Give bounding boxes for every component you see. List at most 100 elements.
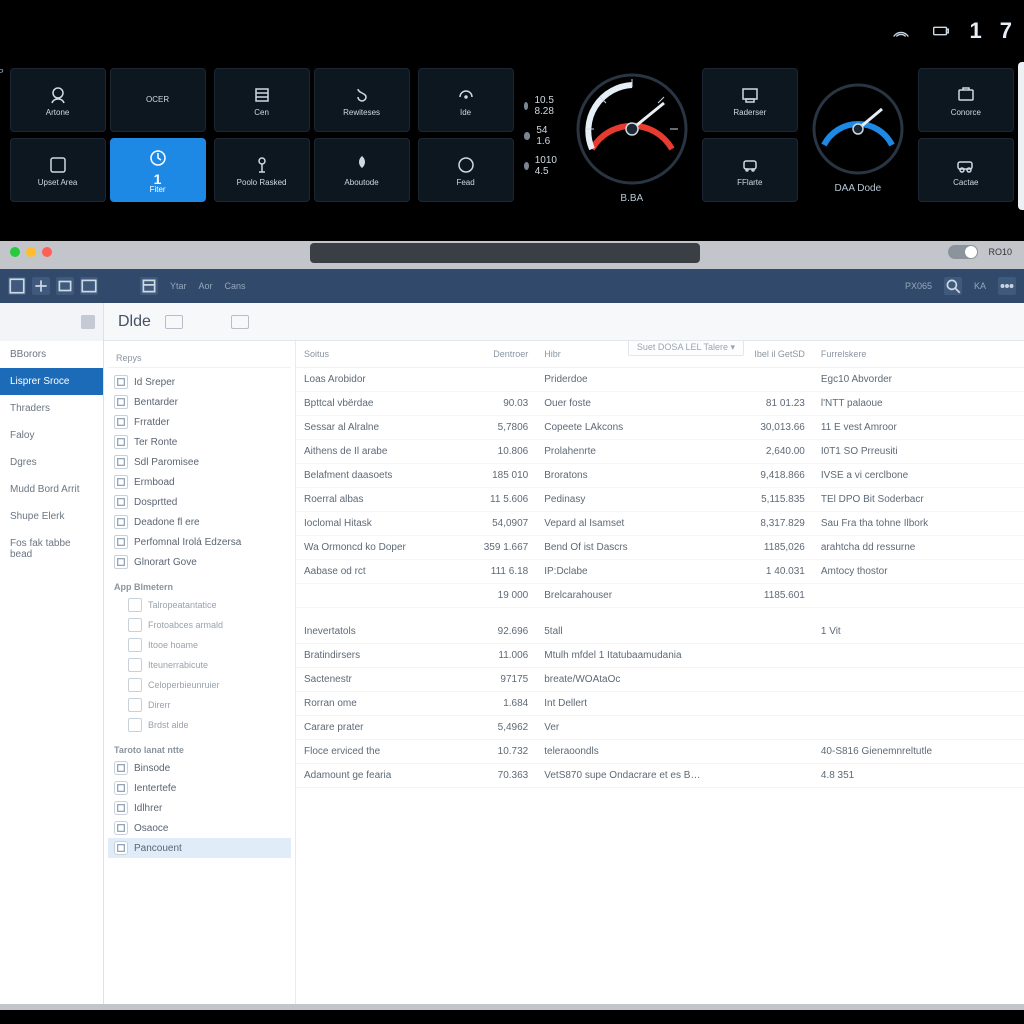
- tile-cactae[interactable]: Cactae: [918, 138, 1014, 202]
- table-row[interactable]: Ioclomal Hitask54,0907Vepard al Isamset8…: [296, 512, 1024, 536]
- sidebar-item-2[interactable]: Thraders: [0, 395, 103, 422]
- table-row[interactable]: Inevertatols92.6965tall1 Vit: [296, 620, 1024, 644]
- tree-item[interactable]: Frotoabces armald: [108, 615, 291, 635]
- tree-item[interactable]: Id Sreper: [108, 372, 291, 392]
- table-pane: Suet DOSA LEL Talere ▾ SoitusDentroerHib…: [296, 341, 1024, 1004]
- status-digit-1: 1: [970, 18, 982, 44]
- col-header[interactable]: Dentroer: [456, 341, 536, 368]
- search-icon[interactable]: [944, 277, 962, 295]
- table-row[interactable]: Carare prater5,4962Ver: [296, 716, 1024, 740]
- table-row[interactable]: Aithens de Il arabe10.806Prolahenrte2,64…: [296, 440, 1024, 464]
- tab-2[interactable]: Aor: [199, 281, 213, 291]
- col-header[interactable]: Soitus: [296, 341, 456, 368]
- speedometer: B.BA: [566, 62, 698, 210]
- tile-raderser[interactable]: Raderser: [702, 68, 798, 132]
- toolbar-btn-3[interactable]: [56, 277, 74, 295]
- tile-ide[interactable]: Ide: [418, 68, 514, 132]
- tab-3[interactable]: Cans: [225, 281, 246, 291]
- tile-fiter[interactable]: 1Fiter: [110, 138, 206, 202]
- tile-conorce[interactable]: Conorce: [918, 68, 1014, 132]
- table-row[interactable]: Belafment daasoets185 010Broratons9,418.…: [296, 464, 1024, 488]
- tile-artone[interactable]: Artone: [10, 68, 106, 132]
- table-row[interactable]: Sactenestr97175breate/WOAtaOc: [296, 668, 1024, 692]
- hud-tiles-3: Ide Fead: [414, 62, 518, 210]
- tree-item[interactable]: Ter Ronte: [108, 432, 291, 452]
- tree-item[interactable]: Idlhrer: [108, 798, 291, 818]
- menu-icon[interactable]: [998, 277, 1016, 295]
- tree-item[interactable]: Dosprtted: [108, 492, 291, 512]
- sidebar-collapse-icon[interactable]: [81, 315, 95, 329]
- tree-item[interactable]: Bentarder: [108, 392, 291, 412]
- sidebar-item-4[interactable]: Dgres: [0, 449, 103, 476]
- tile-poolo[interactable]: Poolo Rasked: [214, 138, 310, 202]
- tree-item[interactable]: Glnorart Gove: [108, 552, 291, 572]
- sidebar-item-6[interactable]: Shupe Elerk: [0, 503, 103, 530]
- tree-item[interactable]: Itooe hoame: [108, 635, 291, 655]
- hud-tiles-4: Raderser FFlarte: [698, 62, 802, 210]
- hud-tiles-1: Artone OCER Upset Area 1Fiter: [6, 62, 210, 210]
- tile-fflarte[interactable]: FFlarte: [702, 138, 798, 202]
- table-row[interactable]: 19 000Brelcarahouser1185.601: [296, 584, 1024, 608]
- address-bar[interactable]: [310, 243, 700, 263]
- table-row[interactable]: Loas ArobidorPriderdoeEgc10 Abvorder: [296, 368, 1024, 392]
- sidebar-item-5[interactable]: Mudd Bord Arrit: [0, 476, 103, 503]
- sidebar-item-3[interactable]: Faloy: [0, 422, 103, 449]
- tree-item[interactable]: Iteunerrabicute: [108, 655, 291, 675]
- tab-1[interactable]: Ytar: [170, 281, 187, 291]
- toolbar-btn-2[interactable]: [32, 277, 50, 295]
- tree-item[interactable]: Celoperbieunruier: [108, 675, 291, 695]
- sidebar-item-7[interactable]: Fos fak tabbe bead: [0, 530, 103, 568]
- window-controls[interactable]: [10, 247, 52, 257]
- toggle-switch[interactable]: [948, 245, 978, 259]
- hud-tiles-5: Conorce Cactae: [914, 62, 1018, 210]
- tree-item[interactable]: Binsode: [108, 758, 291, 778]
- tree-item[interactable]: Brdst alde: [108, 715, 291, 735]
- tree-item[interactable]: Sdl Paromisee: [108, 452, 291, 472]
- table-row[interactable]: Rorran ome1.684Int Dellert: [296, 692, 1024, 716]
- tree-item[interactable]: Ermboad: [108, 472, 291, 492]
- tree-item[interactable]: Ientertefe: [108, 778, 291, 798]
- toolbar-btn-4[interactable]: [80, 277, 98, 295]
- tree-item[interactable]: Direrr: [108, 695, 291, 715]
- tree-item[interactable]: Pancouent: [108, 838, 291, 858]
- table-row[interactable]: Bpttcal vbërdae90.03Ouer foste81 01.23l'…: [296, 392, 1024, 416]
- tree-item[interactable]: Osaoce: [108, 818, 291, 838]
- page-title: Dlde: [118, 313, 151, 331]
- tree-section-2: App Blmetern: [108, 572, 291, 595]
- browser-frame: RO10 Ytar Aor Cans PX065 KA: [0, 240, 1024, 1010]
- col-header[interactable]: Furrelskere: [813, 341, 1024, 368]
- tile-upset-area[interactable]: Upset Area: [10, 138, 106, 202]
- table-row[interactable]: Bratindirsers11.006Mtulh mfdel 1 Itatuba…: [296, 644, 1024, 668]
- tile-ocer[interactable]: OCER: [110, 68, 206, 132]
- table-row[interactable]: Wa Ormoncd ko Doper359 1.667Bend Of ist …: [296, 536, 1024, 560]
- tree-item[interactable]: Perfomnal Irolá Edzersa: [108, 532, 291, 552]
- tree-section-3: Taroto lanat ntte: [108, 735, 291, 758]
- toolbar-btn-1[interactable]: [8, 277, 26, 295]
- sidebar-item-0[interactable]: BBorors: [0, 341, 103, 368]
- status-digit-2: 7: [1000, 18, 1012, 44]
- page-action-1[interactable]: [165, 315, 183, 329]
- page-header: Dlde: [104, 303, 1024, 341]
- app-window: Ytar Aor Cans PX065 KA BBororsLisprer Sr…: [0, 269, 1024, 1004]
- filter-chip[interactable]: Suet DOSA LEL Talere ▾: [628, 341, 744, 356]
- table-row[interactable]: Aabase od rct111 6.18IP:Dclabe1 40.031Am…: [296, 560, 1024, 584]
- sidebar-item-1[interactable]: Lisprer Sroce: [0, 368, 103, 395]
- tachometer: DAA Dode: [802, 62, 914, 210]
- tree-item[interactable]: Frratder: [108, 412, 291, 432]
- tile-rewiteses[interactable]: Rewiteses: [314, 68, 410, 132]
- search-badge: KA: [974, 281, 986, 291]
- gauge-readouts: 10.5 8.28 54 1.6 1010 4.5: [518, 62, 566, 210]
- sidebar: BBororsLisprer SroceThradersFaloyDgresMu…: [0, 303, 104, 1004]
- battery-icon: [930, 20, 952, 42]
- tree-item[interactable]: Talropeatantatice: [108, 595, 291, 615]
- table-row[interactable]: Floce erviced the10.732teleraoondls40-S8…: [296, 740, 1024, 764]
- table-row[interactable]: Adamount ge fearia70.363VetS870 supe Ond…: [296, 764, 1024, 788]
- tile-aboutode[interactable]: Aboutode: [314, 138, 410, 202]
- tile-fead[interactable]: Fead: [418, 138, 514, 202]
- page-action-2[interactable]: [231, 315, 249, 329]
- table-row[interactable]: Sessar al Alralne5,7806Copeete LAkcons30…: [296, 416, 1024, 440]
- table-row[interactable]: Roerral albas11 5.606Pedinasy5,115.835TE…: [296, 488, 1024, 512]
- tree-item[interactable]: Deadone fl ere: [108, 512, 291, 532]
- tile-cen[interactable]: Cen: [214, 68, 310, 132]
- toolbar-btn-main[interactable]: [140, 277, 158, 295]
